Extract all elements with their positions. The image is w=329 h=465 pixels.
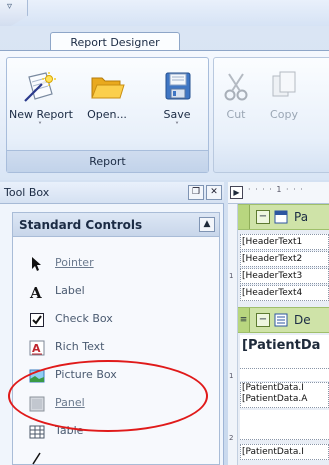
new-report-label: New Report [9, 108, 73, 121]
highlight-ellipse [8, 360, 208, 432]
collapse-band-icon[interactable]: − [256, 313, 270, 327]
collapse-icon[interactable]: ▲ [199, 217, 215, 232]
toolbox-title: Tool Box [4, 186, 50, 199]
expand-icon[interactable]: ▶ [230, 186, 243, 199]
pointer-icon [29, 255, 45, 271]
tool-label: Check Box [55, 312, 113, 325]
close-icon[interactable]: ✕ [206, 185, 222, 200]
chevron-down-icon: ▿ [7, 1, 13, 12]
header-textbox[interactable]: [HeaderText1 [240, 234, 329, 250]
header-textbox[interactable]: [HeaderText2 [240, 251, 329, 267]
band-label: Pa [294, 210, 309, 224]
label-icon: A [29, 283, 45, 302]
copy-label: Copy [270, 108, 298, 121]
cut-button[interactable]: Cut [216, 70, 256, 121]
tool-rich-text[interactable]: A Rich Text [13, 333, 219, 361]
clipboard-group: Cut Copy [213, 57, 329, 173]
ruler-ticks: · · · · 1 · · · [248, 185, 304, 194]
header-textbox[interactable]: [HeaderText4 [240, 285, 329, 301]
detail-textbox[interactable]: [PatientData.I [240, 444, 329, 460]
folder-open-icon [89, 70, 125, 104]
detail-band[interactable]: ≡ − De [238, 307, 329, 333]
detail-icon [274, 313, 288, 327]
save-button[interactable]: Save ˅ [151, 70, 203, 130]
chevron-down-icon: ˅ [175, 121, 179, 130]
tool-label: Rich Text [55, 340, 105, 353]
page-header-band[interactable]: − Pa [238, 204, 329, 230]
scissors-icon [221, 70, 251, 104]
copy-icon [269, 70, 299, 104]
report-designer-canvas: ▶ · · · · 1 · · · 1 1 2 − Pa [HeaderText… [228, 182, 329, 465]
line-icon [29, 449, 45, 465]
new-report-button[interactable]: New Report ˅ [9, 70, 73, 130]
chevron-down-icon: ˅ [38, 121, 42, 130]
open-button[interactable]: Open... [77, 70, 137, 121]
rich-text-icon: A [29, 339, 45, 356]
tool-label-text: Label [55, 284, 85, 297]
quick-access-toolbar: ▿ [0, 0, 329, 26]
tool-label: Pointer [55, 256, 94, 269]
detail-textbox: [PatientData.A [242, 394, 308, 404]
detail-textbox: [PatientData.I [242, 383, 304, 393]
detail-title-textbox[interactable]: [PatientDa [240, 335, 329, 369]
save-disk-icon [159, 70, 195, 104]
tool-checkbox[interactable]: Check Box [13, 305, 219, 333]
collapse-band-icon[interactable]: − [256, 210, 270, 224]
band-label: De [294, 313, 311, 327]
svg-text:A: A [29, 284, 42, 300]
tab-report-designer[interactable]: Report Designer [50, 32, 180, 52]
report-group: New Report ˅ Open... Save ˅ Report [6, 57, 209, 173]
tool-pointer[interactable]: Pointer [13, 249, 219, 277]
open-label: Open... [87, 108, 127, 121]
report-group-label: Report [7, 150, 208, 172]
detail-textbox-group[interactable]: [PatientData.I [PatientData.A [240, 382, 329, 408]
table-icon [29, 423, 45, 439]
ribbon-tab-strip: Report Designer [0, 26, 329, 52]
svg-text:A: A [32, 342, 41, 355]
horizontal-ruler: ▶ · · · · 1 · · · [228, 182, 329, 204]
copy-button[interactable]: Copy [262, 70, 306, 121]
section-title: Standard Controls [19, 218, 143, 232]
pin-icon[interactable]: ❐ [188, 185, 204, 200]
vertical-ruler: 1 1 2 [228, 204, 238, 465]
section-header[interactable]: Standard Controls [13, 213, 219, 237]
header-textbox[interactable]: [HeaderText3 [240, 268, 329, 284]
tool-partial[interactable] [13, 443, 219, 465]
application-menu-button[interactable]: ▿ [0, 0, 28, 26]
ribbon: New Report ˅ Open... Save ˅ Report Cut C… [0, 50, 329, 180]
cut-label: Cut [226, 108, 246, 121]
tool-label[interactable]: A Label [13, 277, 219, 305]
save-label: Save [163, 108, 191, 121]
page-header-icon [274, 210, 288, 224]
checkbox-icon [29, 311, 45, 327]
new-report-icon [22, 70, 58, 104]
